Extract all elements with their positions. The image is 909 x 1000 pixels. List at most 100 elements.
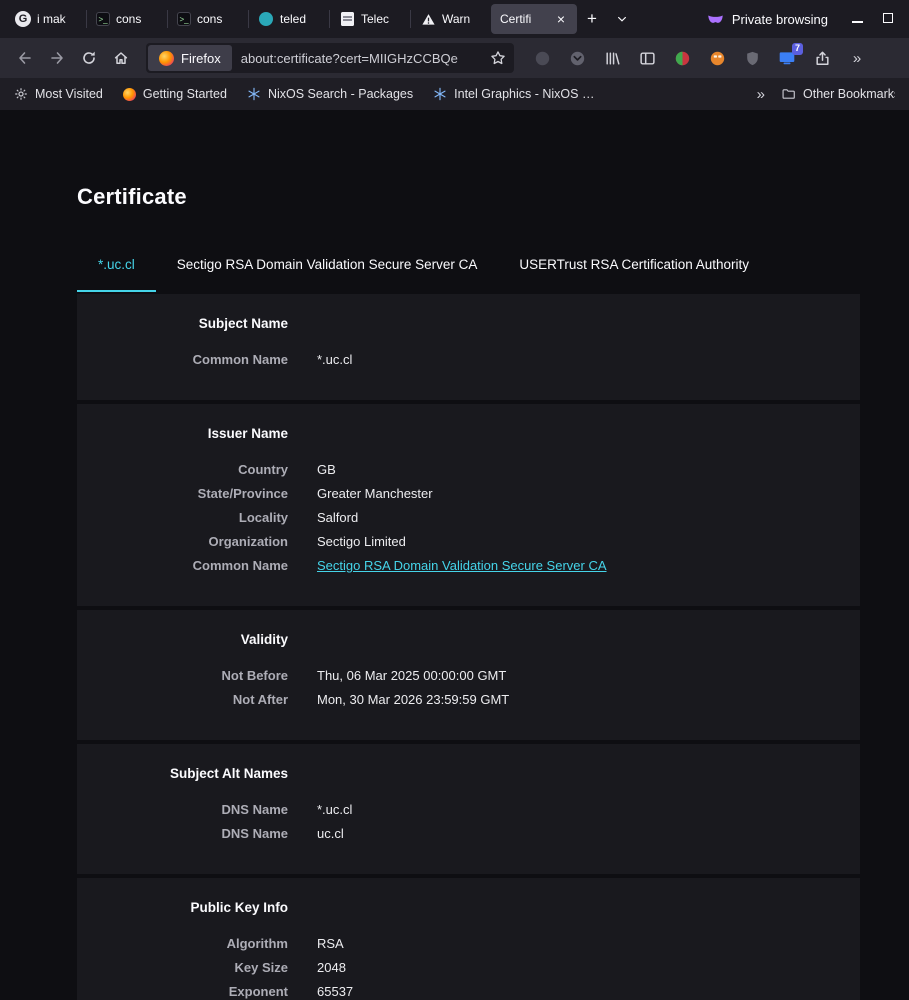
bookmark-getting-started[interactable]: Getting Started — [122, 87, 227, 101]
gear-icon — [14, 87, 28, 101]
other-bookmarks-label: Other Bookmarks — [803, 87, 895, 101]
google-favicon — [15, 11, 31, 27]
navigation-toolbar: Firefox about:certificate?cert=MIIGHzCCB… — [0, 38, 909, 78]
tab-title: i mak — [37, 12, 66, 26]
bookmarks-toolbar: Most Visited Getting Started NixOS Searc… — [0, 78, 909, 110]
tab-certificate-active[interactable]: Certifi × — [491, 4, 577, 34]
field-label: Key Size — [234, 960, 288, 975]
toolbar-overflow-chevron-icon[interactable]: » — [847, 48, 867, 68]
private-browsing-indicator: Private browsing — [707, 12, 846, 27]
devices-extension-icon[interactable]: 7 — [777, 43, 803, 68]
certificate-page: Certificate *.uc.cl Sectigo RSA Domain V… — [0, 110, 909, 1000]
home-button[interactable] — [106, 44, 136, 72]
section-subject-alt-names: Subject Alt Names DNS Name *.uc.cl DNS N… — [77, 744, 860, 874]
section-issuer-name: Issuer Name Country GB State/Province Gr… — [77, 404, 860, 606]
minimize-button[interactable] — [852, 10, 863, 28]
tab-1[interactable]: i mak — [6, 4, 86, 34]
field-label: State/Province — [197, 486, 288, 501]
certificate-tab-strip: *.uc.cl Sectigo RSA Domain Validation Se… — [77, 236, 860, 292]
tab-title: cons — [116, 12, 142, 26]
browser-window: i mak cons cons teled Telec Warn — [0, 0, 909, 1000]
field-value: 2048 — [317, 960, 346, 975]
sidebar-toggle-icon[interactable] — [637, 48, 657, 68]
field-value: 65537 — [317, 984, 354, 999]
field-value: GB — [317, 462, 336, 477]
extension-green-red-icon[interactable] — [672, 48, 692, 68]
field-label: Not After — [232, 692, 288, 707]
identity-chip[interactable]: Firefox — [148, 45, 232, 71]
reload-button[interactable] — [74, 44, 104, 72]
cert-tab-sectigo-ca[interactable]: Sectigo RSA Domain Validation Secure Ser… — [156, 236, 499, 292]
field-value: uc.cl — [317, 826, 344, 841]
window-controls — [846, 10, 903, 28]
tab-list-dropdown-button[interactable] — [609, 6, 635, 32]
section-heading: Subject Alt Names — [169, 766, 288, 781]
bookmark-label: NixOS Search - Packages — [267, 87, 414, 101]
tab-4[interactable]: teled — [249, 4, 329, 34]
tab-title: teled — [280, 12, 307, 26]
console-favicon — [177, 12, 191, 26]
section-heading: Validity — [240, 632, 288, 647]
tab-3[interactable]: cons — [168, 4, 248, 34]
tab-2[interactable]: cons — [87, 4, 167, 34]
field-label: Locality — [238, 510, 288, 525]
extension-dark-icon[interactable] — [532, 48, 552, 68]
url-bar[interactable]: Firefox about:certificate?cert=MIIGHzCCB… — [146, 43, 514, 73]
cert-tab-usertrust-authority[interactable]: USERTrust RSA Certification Authority — [498, 236, 770, 292]
snowflake-icon — [433, 87, 447, 101]
pocket-icon[interactable] — [567, 48, 587, 68]
field-label: Common Name — [192, 352, 288, 367]
field-value-link-wrap: Sectigo RSA Domain Validation Secure Ser… — [317, 554, 860, 578]
bookmark-most-visited[interactable]: Most Visited — [14, 87, 103, 101]
field-label: Country — [238, 462, 288, 477]
field-label: Organization — [208, 534, 288, 549]
field-value: *.uc.cl — [317, 802, 353, 817]
field-label: Common Name — [192, 558, 288, 573]
tab-title: Warn — [442, 12, 471, 26]
extension-badge: 7 — [791, 43, 803, 55]
close-tab-icon[interactable]: × — [554, 11, 568, 27]
other-bookmarks-folder[interactable]: Other Bookmarks — [781, 87, 895, 101]
field-label: Algorithm — [226, 936, 288, 951]
section-public-key-info: Public Key Info Algorithm RSA Key Size 2… — [77, 878, 860, 1000]
private-browsing-label: Private browsing — [731, 11, 828, 27]
back-button[interactable] — [10, 44, 40, 72]
extension-orange-icon[interactable] — [707, 48, 727, 68]
field-label: DNS Name — [221, 802, 288, 817]
field-value: RSA — [317, 936, 344, 951]
forward-button[interactable] — [42, 44, 72, 72]
warning-favicon — [420, 11, 436, 27]
field-value: Sectigo Limited — [317, 534, 406, 549]
section-subject-name: Subject Name Common Name *.uc.cl — [77, 294, 860, 400]
bookmark-nixos-search[interactable]: NixOS Search - Packages — [247, 87, 413, 101]
cert-tab-uc-cl[interactable]: *.uc.cl — [77, 236, 156, 292]
url-text[interactable]: about:certificate?cert=MIIGHzCCBQe — [241, 51, 490, 66]
tab-title: Telec — [361, 12, 390, 26]
field-value: Thu, 06 Mar 2025 00:00:00 GMT — [317, 668, 507, 683]
console-favicon — [96, 12, 110, 26]
bookmark-intel-graphics[interactable]: Intel Graphics - NixOS … — [433, 87, 594, 101]
field-label: DNS Name — [221, 826, 288, 841]
folder-icon — [781, 87, 796, 101]
document-favicon — [339, 11, 355, 27]
field-value: *.uc.cl — [317, 352, 353, 367]
tab-5[interactable]: Telec — [330, 4, 410, 34]
new-tab-button[interactable]: + — [579, 6, 605, 32]
extension-shield-icon[interactable] — [742, 48, 762, 68]
maximize-button[interactable] — [883, 10, 893, 28]
field-value: Greater Manchester — [317, 486, 433, 501]
bookmark-label: Intel Graphics - NixOS … — [454, 87, 595, 101]
section-validity: Validity Not Before Thu, 06 Mar 2025 00:… — [77, 610, 860, 740]
firefox-logo-icon — [159, 50, 174, 66]
share-icon[interactable] — [812, 48, 832, 68]
section-heading: Issuer Name — [207, 426, 288, 441]
tab-6[interactable]: Warn — [411, 4, 491, 34]
issuer-common-name-link[interactable]: Sectigo RSA Domain Validation Secure Ser… — [317, 558, 607, 573]
bookmarks-overflow-chevron-icon[interactable]: » — [757, 86, 765, 103]
private-mask-icon — [707, 12, 724, 27]
library-icon[interactable] — [602, 48, 622, 68]
tab-title: cons — [197, 12, 223, 26]
bookmark-star-icon[interactable] — [490, 50, 506, 66]
field-label: Not Before — [221, 668, 288, 683]
identity-chip-label: Firefox — [181, 50, 221, 66]
